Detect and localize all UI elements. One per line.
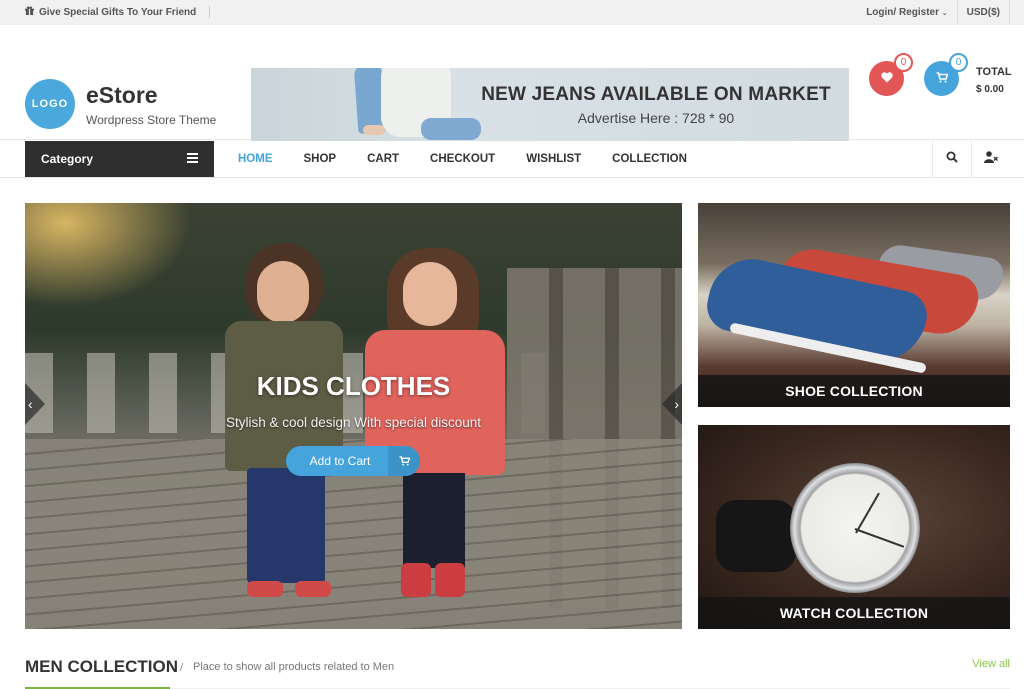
nav-item-home[interactable]: HOME bbox=[238, 153, 273, 165]
cart-total-value: $ 0.00 bbox=[976, 84, 1004, 95]
user-account-button[interactable] bbox=[971, 141, 1010, 177]
section-title: MEN COLLECTION bbox=[25, 657, 178, 676]
promo-card-shoes[interactable]: SHOE COLLECTION bbox=[698, 203, 1010, 407]
top-bar: Give Special Gifts To Your Friend Login/… bbox=[0, 0, 1024, 25]
currency-selector[interactable]: USD($) bbox=[956, 0, 1010, 25]
promo-text: Give Special Gifts To Your Friend bbox=[39, 6, 197, 18]
slide-subtitle: Stylish & cool design With special disco… bbox=[225, 415, 482, 430]
promo-image-watch bbox=[716, 500, 796, 572]
add-to-cart-button[interactable]: Add to Cart bbox=[286, 446, 420, 476]
search-button[interactable] bbox=[932, 141, 971, 177]
primary-menu: HOME SHOP CART CHECKOUT WISHLIST COLLECT… bbox=[238, 141, 718, 177]
nav-item-cart[interactable]: CART bbox=[367, 153, 399, 165]
cart-icon bbox=[388, 446, 420, 476]
advertisement-banner[interactable]: NEW JEANS AVAILABLE ON MARKET Advertise … bbox=[251, 68, 849, 141]
site-tagline: Wordpress Store Theme bbox=[86, 113, 217, 127]
nav-item-collection[interactable]: COLLECTION bbox=[612, 153, 687, 165]
site-logo[interactable]: LOGO bbox=[25, 79, 75, 129]
section-description: Place to show all products related to Me… bbox=[193, 661, 395, 673]
user-icon bbox=[984, 150, 998, 168]
main-navigation: Category HOME SHOP CART CHECKOUT WISHLIS… bbox=[0, 141, 1024, 178]
nav-item-shop[interactable]: SHOP bbox=[304, 153, 337, 165]
hamburger-icon bbox=[187, 152, 198, 166]
category-menu-button[interactable]: Category bbox=[25, 141, 214, 177]
wishlist-count-badge: 0 bbox=[894, 53, 913, 72]
view-all-link[interactable]: View all bbox=[972, 658, 1010, 670]
gift-icon bbox=[25, 6, 34, 18]
login-register-dropdown[interactable]: Login/ Register ⌄ bbox=[857, 7, 956, 18]
promo-caption: SHOE COLLECTION bbox=[698, 375, 1010, 407]
category-label: Category bbox=[41, 152, 94, 166]
men-collection-section-header: MEN COLLECTION / Place to show all produ… bbox=[25, 655, 1010, 689]
hero-slider[interactable]: KIDS CLOTHES Stylish & cool design With … bbox=[25, 203, 682, 629]
chevron-down-icon: ⌄ bbox=[941, 10, 948, 17]
nav-item-checkout[interactable]: CHECKOUT bbox=[430, 153, 495, 165]
wishlist-button[interactable]: 0 bbox=[869, 53, 913, 96]
cart-icon bbox=[936, 70, 949, 88]
cart-count-badge: 0 bbox=[949, 53, 968, 72]
slide-title: KIDS CLOTHES bbox=[256, 371, 451, 401]
nav-item-wishlist[interactable]: WISHLIST bbox=[526, 153, 581, 165]
login-register-label: Login/ Register bbox=[866, 7, 939, 18]
cart-button[interactable]: 0 bbox=[924, 53, 968, 96]
divider bbox=[209, 6, 211, 18]
ad-image bbox=[301, 68, 481, 141]
promo-card-watches[interactable]: WATCH COLLECTION bbox=[698, 425, 1010, 629]
ad-headline: NEW JEANS AVAILABLE ON MARKET bbox=[481, 84, 831, 105]
search-icon bbox=[946, 150, 958, 168]
add-to-cart-label: Add to Cart bbox=[309, 454, 371, 468]
promo-caption: WATCH COLLECTION bbox=[698, 597, 1010, 629]
ad-subtext: Advertise Here : 728 * 90 bbox=[577, 110, 735, 126]
site-title[interactable]: eStore bbox=[86, 82, 158, 109]
heart-icon bbox=[880, 70, 893, 88]
cart-total-label: TOTAL bbox=[976, 66, 1012, 78]
section-separator: / bbox=[180, 662, 184, 674]
promo-message: Give Special Gifts To Your Friend bbox=[25, 6, 211, 18]
